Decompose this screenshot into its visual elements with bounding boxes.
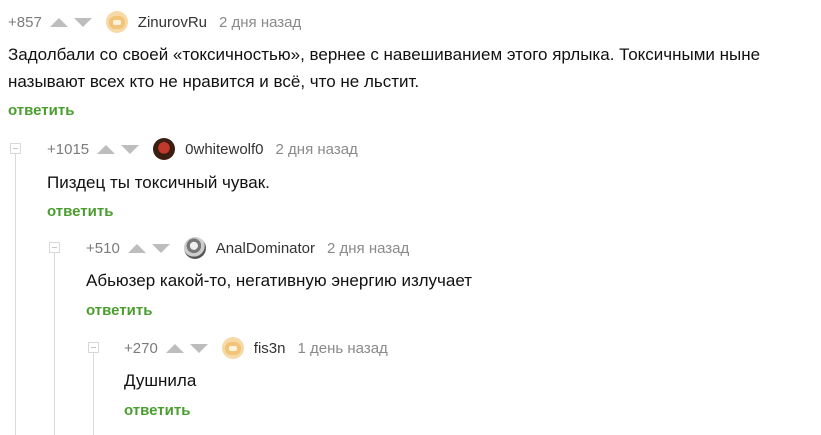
thread-line bbox=[54, 250, 55, 435]
collapse-thread-button[interactable] bbox=[49, 242, 60, 253]
reply-button[interactable]: ответить bbox=[47, 203, 113, 220]
reply-button[interactable]: ответить bbox=[124, 402, 190, 419]
downvote-icon[interactable] bbox=[73, 17, 92, 27]
comment-time[interactable]: 2 дня назад bbox=[219, 14, 301, 31]
downvote-icon[interactable] bbox=[151, 243, 170, 253]
author-name[interactable]: fis3n bbox=[254, 340, 286, 357]
comment-text-line: Пиздец ты токсичный чувак. bbox=[47, 173, 270, 192]
avatar[interactable] bbox=[183, 237, 206, 259]
rating: +510 bbox=[86, 239, 120, 257]
rating: +270 bbox=[124, 339, 158, 357]
upvote-icon[interactable] bbox=[97, 144, 116, 154]
comment-header: +270 fis3n 1 день назад bbox=[124, 337, 388, 359]
avatar[interactable] bbox=[153, 138, 176, 160]
thread-line bbox=[93, 350, 94, 435]
comment-text-line: называют всех кто не нравится и всё, что… bbox=[8, 72, 420, 91]
reply-button[interactable]: ответить bbox=[8, 102, 74, 119]
upvote-icon[interactable] bbox=[127, 243, 146, 253]
upvote-icon[interactable] bbox=[49, 17, 68, 27]
comment-header: +510 AnalDominator 2 дня назад bbox=[86, 237, 409, 259]
comment-time[interactable]: 1 день назад bbox=[297, 340, 387, 357]
comment-text-line: Душнила bbox=[124, 371, 197, 390]
author-name[interactable]: AnalDominator bbox=[216, 240, 315, 257]
collapse-thread-button[interactable] bbox=[10, 143, 21, 154]
thread-line bbox=[15, 152, 16, 435]
downvote-icon[interactable] bbox=[121, 144, 140, 154]
avatar[interactable] bbox=[105, 11, 128, 33]
comment-header: +857 ZinurovRu 2 дня назад bbox=[8, 11, 301, 33]
comment-text-line: Задолбали со своей «токсичностью», верне… bbox=[8, 45, 761, 64]
avatar[interactable] bbox=[221, 337, 244, 359]
downvote-icon[interactable] bbox=[189, 343, 208, 353]
comment-header: +1015 0whitewolf0 2 дня назад bbox=[47, 138, 358, 160]
comment-time[interactable]: 2 дня назад bbox=[327, 240, 409, 257]
reply-button[interactable]: ответить bbox=[86, 302, 152, 319]
author-name[interactable]: ZinurovRu bbox=[138, 14, 207, 31]
author-name[interactable]: 0whitewolf0 bbox=[185, 141, 263, 158]
rating: +1015 bbox=[47, 140, 90, 158]
collapse-thread-button[interactable] bbox=[88, 342, 99, 353]
comment-time[interactable]: 2 дня назад bbox=[276, 141, 358, 158]
comment-text-line: Абьюзер какой-то, негативную энергию изл… bbox=[86, 271, 472, 290]
rating: +857 bbox=[8, 13, 42, 31]
upvote-icon[interactable] bbox=[165, 343, 184, 353]
